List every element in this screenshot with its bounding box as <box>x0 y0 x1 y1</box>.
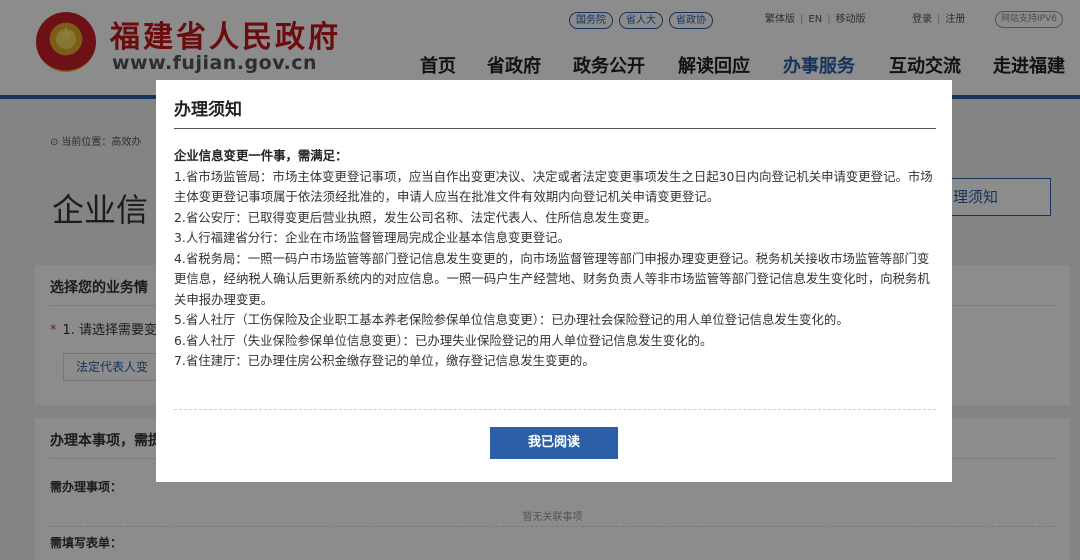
requirement-item: 3.人行福建省分行：企业在市场监督管理局完成企业基本信息变更登记。 <box>174 230 570 245</box>
dialog-title: 办理须知 <box>174 100 242 120</box>
requirement-item: 7.省住建厅：已办理住房公积金缴存登记的单位，缴存登记信息发生变更的。 <box>174 353 595 368</box>
requirement-item: 6.省人社厅（失业保险参保单位信息变更）：已办理失业保险登记的用人单位登记信息发… <box>174 332 713 348</box>
requirement-item: 4.省税务局：一照一码户市场监管等部门登记信息发生变更的，向市场监督管理等部门申… <box>174 250 930 307</box>
dialog-dashed-divider <box>174 409 936 410</box>
notice-dialog: 办理须知 企业信息变更一件事，需满足： 1.省市场监管局：市场主体变更登记事项，… <box>156 80 952 482</box>
requirement-item: 5.省人社厅（工伤保险及企业职工基本养老保险参保单位信息变更）：已办理社会保险登… <box>174 312 849 327</box>
dialog-lead: 企业信息变更一件事，需满足： <box>174 148 348 163</box>
dialog-content: 企业信息变更一件事，需满足： 1.省市场监管局：市场主体变更登记事项，应当自作出… <box>174 146 934 372</box>
requirement-item: 1.省市场监管局：市场主体变更登记事项，应当自作出变更决议、决定或者法定变更事项… <box>174 168 933 205</box>
dialog-divider <box>174 128 936 129</box>
confirm-read-button[interactable]: 我已阅读 <box>490 427 618 459</box>
requirement-item: 2.省公安厅：已取得变更后营业执照，发生公司名称、法定代表人、住所信息发生变更。 <box>174 209 657 225</box>
